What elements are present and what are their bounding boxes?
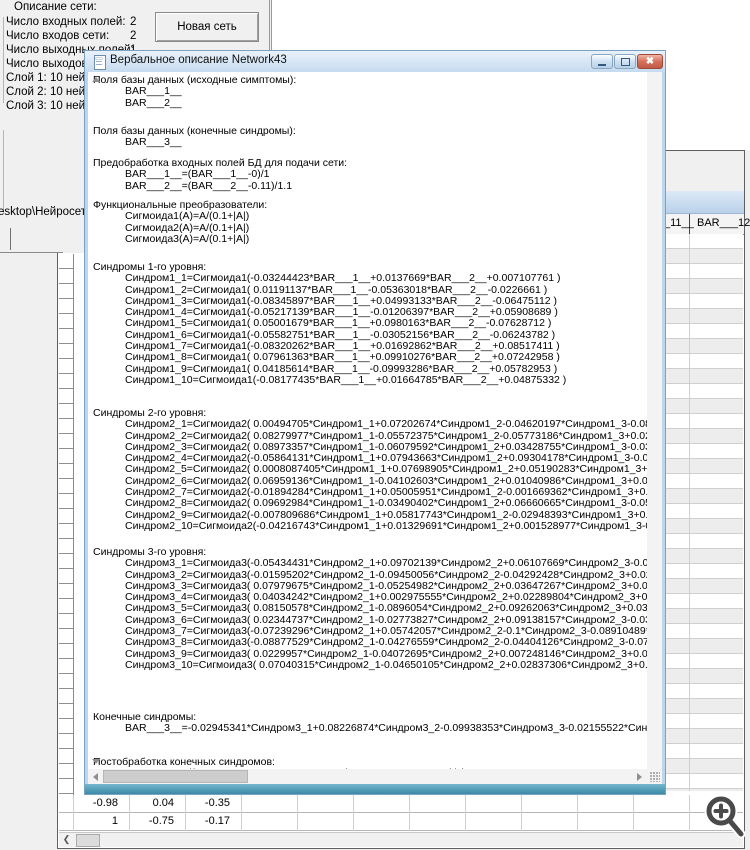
column-header-11: _11__: [664, 217, 694, 229]
zoom-in-magnifier-icon[interactable]: [701, 793, 749, 845]
description-row-label: Число выходов: [6, 58, 88, 70]
scroll-right-arrow-icon[interactable]: [637, 773, 642, 781]
description-row-label: Слой 2: 10 ней: [6, 86, 85, 98]
dialog-bottom-border: [85, 784, 665, 794]
description-row-label: Слой 3: 10 ней: [6, 100, 85, 112]
description-section: Предобработка входных полей БД для подач…: [93, 158, 647, 192]
formula-line: BAR___1__=(BAR___1__-0)/1: [93, 169, 647, 180]
grid-line: [577, 795, 578, 831]
table-cell: -0.17: [186, 813, 230, 830]
table-cell: -0.98: [74, 795, 118, 812]
grid-line: [241, 795, 242, 831]
grid-line: [465, 795, 466, 831]
description-section: Поля базы данных (исходные симптомы):BAR…: [93, 75, 647, 109]
formula-line: BAR___2__=(BAR___2__-0.11)/1.1: [93, 181, 647, 192]
table-cell: 0.04: [130, 795, 174, 812]
dialog-vertical-scrollbar[interactable]: [647, 72, 662, 769]
formula-line: BAR___2__: [93, 98, 647, 109]
grid-line: [59, 830, 743, 831]
formula-line: Синдром2_8=Сигмоида2( 0.09692984*Синдром…: [93, 498, 647, 509]
formula-line: Сигмоида3(A)=A/(0.1+|A|): [93, 234, 647, 245]
panel-title: Описание сети:: [14, 1, 97, 13]
new-network-button[interactable]: Новая сеть: [155, 12, 259, 42]
grid-line: [409, 795, 410, 831]
groupbox-border: [3, 17, 4, 103]
sheet-horizontal-scrollbar[interactable]: [59, 832, 743, 847]
edit-border-fragment: [10, 228, 11, 250]
verbal-description-dialog: Вербальное описание Network43 ✖ Поля баз…: [84, 50, 666, 795]
row-header-column: [59, 254, 74, 796]
grid-line: [521, 795, 522, 831]
scroll-down-arrow-icon[interactable]: [92, 759, 100, 764]
formula-line: BAR___1__: [93, 86, 647, 97]
formula-line: BAR___3__=-0.02945341*Синдром3_1+0.08226…: [93, 723, 647, 734]
minimize-icon: [598, 64, 606, 66]
formula-line: Синдром1_8=Сигмоида1( 0.07961363*BAR___1…: [93, 352, 647, 363]
formula-line: Синдром2_10=Сигмоида2(-0.04216743*Синдро…: [93, 521, 647, 532]
description-row-value: 2: [130, 16, 136, 28]
formula-line: Синдром1_10=Сигмоида1(-0.08177435*BAR___…: [93, 375, 647, 386]
grid-line: [353, 795, 354, 831]
verbal-description-text: Поля базы данных (исходные симптомы):BAR…: [93, 72, 647, 769]
description-section: Поля базы данных (конечные синдромы):BAR…: [93, 126, 647, 149]
formula-line: BAR___3__: [93, 137, 647, 148]
panel-bottom-border: [0, 252, 63, 253]
description-section: Постобработка конечных синдромов:BAR___3…: [93, 757, 647, 769]
table-cell: -0.75: [130, 813, 174, 830]
formula-line: Синдром3_10=Сигмоида3( 0.07040315*Синдро…: [93, 660, 647, 671]
scroll-up-arrow-icon[interactable]: [92, 77, 100, 82]
minimize-button[interactable]: [591, 54, 613, 69]
grid-vline: [689, 234, 690, 791]
document-icon: [94, 55, 106, 70]
sheet-scroll-left-arrow[interactable]: ❮: [60, 834, 73, 845]
formula-line: Сигмоида1(A)=A/(0.1+|A|): [93, 211, 647, 222]
description-row-label: Слой 1: 10 ней: [6, 72, 85, 84]
grid-rows-right: [664, 234, 743, 791]
formula-line: Синдром3_1=Сигмоида3(-0.05434431*Синдром…: [93, 558, 647, 569]
close-icon: ✖: [646, 56, 654, 67]
column-header-bar12: BAR___12_: [697, 217, 750, 229]
close-button[interactable]: ✖: [637, 54, 663, 69]
description-section: Конечные синдромы:BAR___3__=-0.02945341*…: [93, 712, 647, 735]
table-cell: -0.35: [186, 795, 230, 812]
description-row-label: Число входных полей:: [6, 16, 126, 28]
sheet-scroll-thumb[interactable]: [76, 834, 100, 847]
resize-grip-icon[interactable]: [650, 772, 660, 782]
description-row-label: Число входов сети:: [6, 30, 109, 42]
bottom-grid: -0.98 0.04 -0.35 1 -0.75 -0.17: [59, 795, 743, 831]
formula-line: Синдром3_8=Сигмоида3(-0.08877529*Синдром…: [93, 637, 647, 648]
grid-line: [633, 795, 634, 831]
grid-line: [297, 795, 298, 831]
dialog-content: Поля базы данных (исходные симптомы):BAR…: [88, 72, 662, 784]
description-section: Синдромы 1-го уровня:Синдром1_1=Сигмоида…: [93, 262, 647, 386]
description-section: Синдромы 2-го уровня:Синдром2_1=Сигмоида…: [93, 408, 647, 532]
maximize-icon: [621, 58, 630, 66]
dialog-titlebar[interactable]: Вербальное описание Network43 ✖: [85, 51, 665, 72]
maximize-button[interactable]: [614, 54, 636, 69]
scroll-left-arrow-icon[interactable]: [93, 773, 98, 781]
formula-line: Синдром2_1=Сигмоида2( 0.00494705*Синдром…: [93, 419, 647, 430]
description-section: Синдромы 3-го уровня:Синдром3_1=Сигмоида…: [93, 547, 647, 671]
grid-line: [689, 795, 690, 831]
horizontal-scroll-thumb[interactable]: [103, 770, 248, 783]
table-cell: 1: [74, 813, 118, 830]
formula-line: Синдром1_1=Сигмоида1(-0.03244423*BAR___1…: [93, 273, 647, 284]
file-path-label: esktop\Нейросет: [0, 206, 86, 218]
groupbox-border: [3, 130, 4, 213]
description-row-value: 2: [130, 30, 136, 42]
description-section: Функциональные преобразователи:Сигмоида1…: [93, 200, 647, 245]
dialog-title: Вербальное описание Network43: [110, 54, 287, 66]
